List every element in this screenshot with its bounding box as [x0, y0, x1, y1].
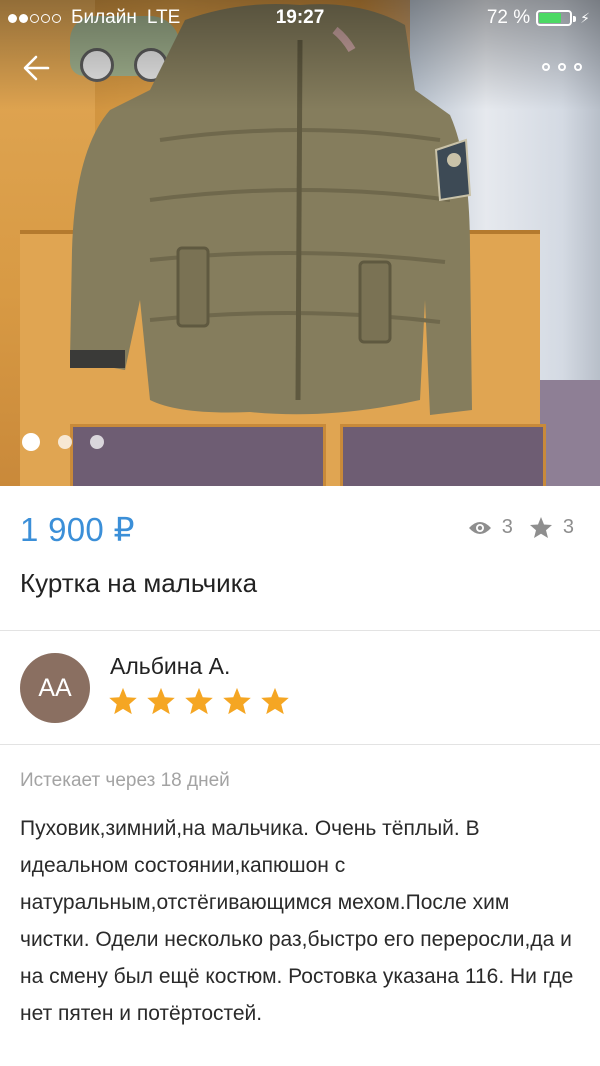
more-dot	[574, 63, 582, 71]
listing-description: Пуховик,зимний,на мальчика. Очень тёплый…	[20, 817, 574, 1025]
battery-icon	[536, 10, 577, 26]
rating-star-icon	[185, 687, 213, 715]
gallery-pager[interactable]	[22, 433, 122, 451]
star-icon	[529, 517, 552, 538]
listing-price: 1 900 ₽	[20, 511, 135, 548]
avatar: АА	[20, 653, 90, 723]
listing-title: Куртка на мальчика	[20, 568, 258, 598]
more-options-button[interactable]	[542, 56, 582, 78]
seller-card[interactable]: АА Альбина А.	[0, 631, 600, 743]
views-count: 3	[501, 516, 513, 538]
more-dot	[558, 63, 566, 71]
rating-star-icon	[223, 687, 251, 715]
seller-name: Альбина А.	[110, 653, 231, 679]
listing-stats: 3 3	[468, 516, 574, 539]
seller-rating	[108, 686, 298, 716]
battery-percentage: 72 %	[486, 7, 531, 28]
arrow-left-icon	[23, 55, 50, 81]
divider	[0, 744, 600, 745]
more-horizontal-icon	[542, 63, 550, 71]
rating-star-icon	[261, 687, 289, 715]
rating-star-icon	[109, 687, 137, 715]
listing-photo[interactable]	[0, 0, 600, 486]
status-bar: Билайн LTE 19:27 72 % ⚡	[0, 0, 600, 36]
rating-star-icon	[147, 687, 175, 715]
eye-icon	[468, 521, 491, 534]
pager-dot[interactable]	[58, 435, 72, 449]
views-stat: 3	[468, 516, 513, 539]
pager-dot[interactable]	[22, 433, 40, 451]
favorites-count: 3	[562, 516, 574, 538]
charging-bolt-icon: ⚡	[580, 9, 590, 26]
expiry-text: Истекает через 18 дней	[20, 770, 230, 791]
pager-dot[interactable]	[90, 435, 104, 449]
favorites-stat: 3	[529, 516, 574, 539]
price-row: 1 900 ₽ 3 3	[0, 486, 600, 568]
back-button[interactable]	[18, 50, 54, 86]
